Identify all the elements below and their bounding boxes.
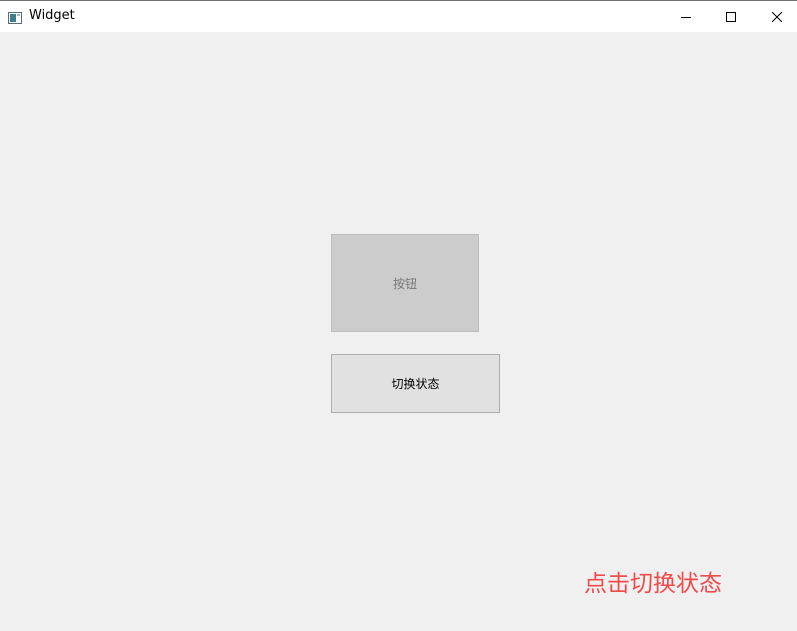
toggle-state-button-label: 切换状态 xyxy=(391,377,440,391)
app-window: Widget 按钮 切换状态 点击切换状态 xyxy=(0,0,797,631)
app-window-icon xyxy=(8,9,22,24)
disabled-button[interactable]: 按钮 xyxy=(331,234,479,332)
client-area: 按钮 切换状态 点击切换状态 xyxy=(0,32,797,631)
disabled-button-label: 按钮 xyxy=(392,276,417,291)
minimize-icon xyxy=(681,7,691,26)
maximize-icon xyxy=(726,7,736,26)
maximize-button[interactable] xyxy=(708,1,754,32)
minimize-button[interactable] xyxy=(663,1,709,32)
window-title: Widget xyxy=(29,8,75,23)
title-bar[interactable]: Widget xyxy=(0,1,797,32)
close-button[interactable] xyxy=(754,1,797,32)
hint-text: 点击切换状态 xyxy=(584,571,722,597)
toggle-state-button[interactable]: 切换状态 xyxy=(331,354,500,413)
close-icon xyxy=(771,7,783,26)
